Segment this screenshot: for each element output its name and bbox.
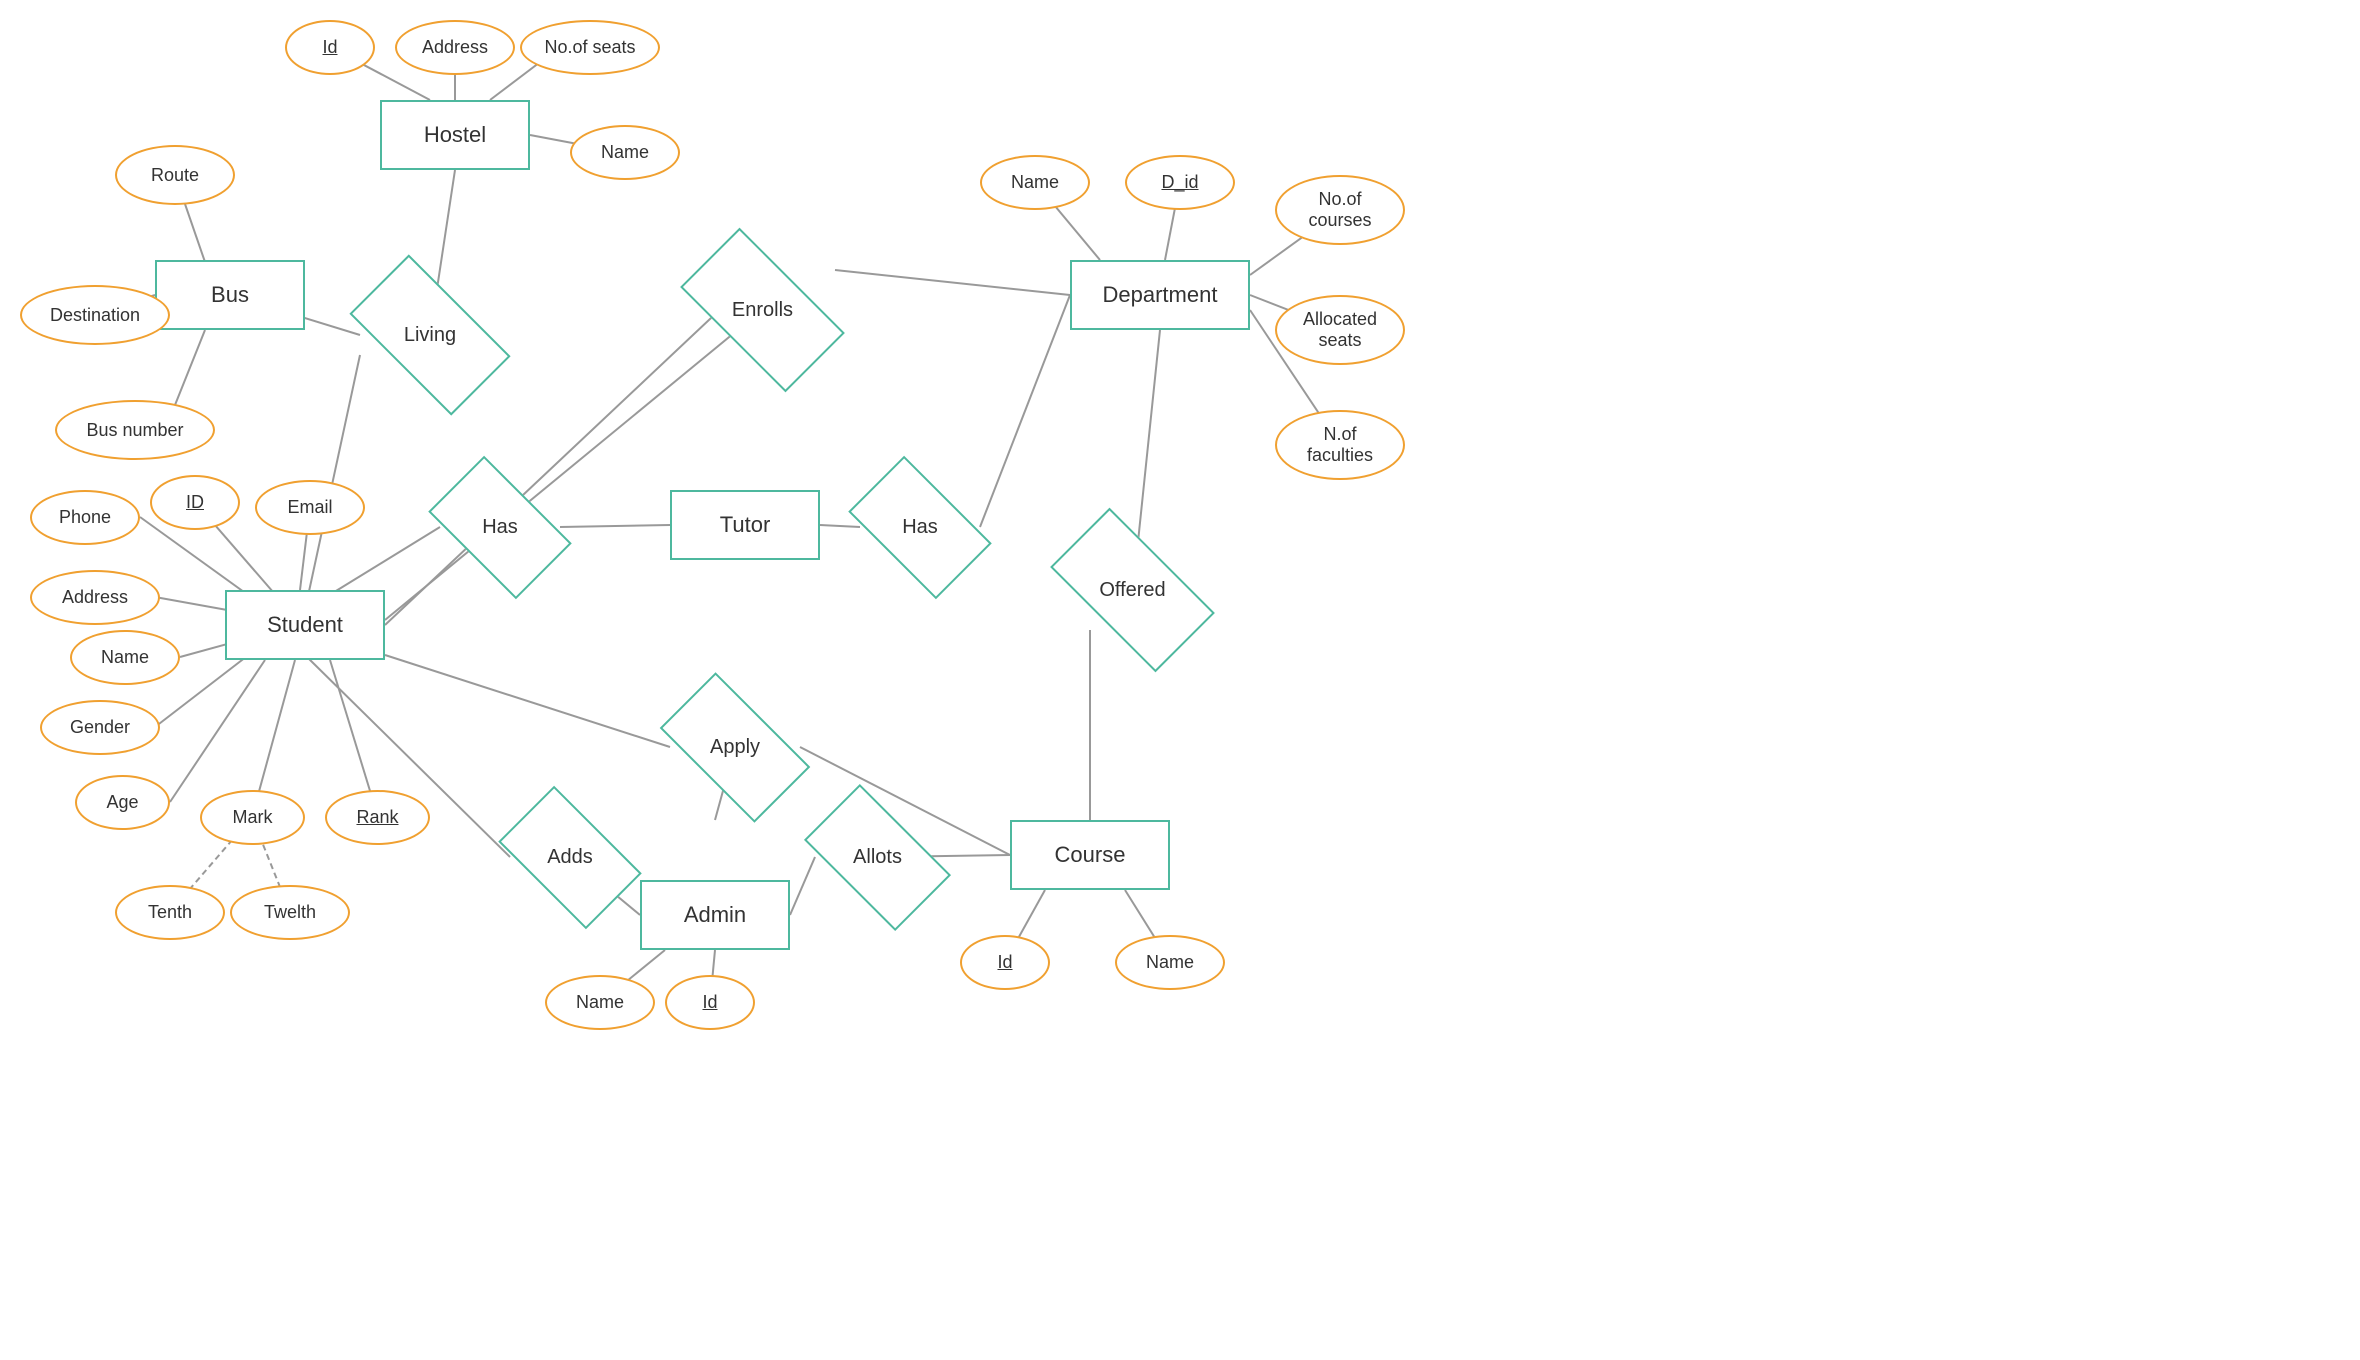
relationship-adds: Adds	[510, 820, 630, 895]
attribute-bus_num: Bus number	[55, 400, 215, 460]
attribute-stu_tenth: Tenth	[115, 885, 225, 940]
attribute-dept_seats: Allocated seats	[1275, 295, 1405, 365]
er-diagram: Bus Hostel Student Tutor Department Admin Cour…	[0, 0, 2360, 1360]
relationship-offered: Offered	[1060, 550, 1205, 630]
attribute-stu_mark: Mark	[200, 790, 305, 845]
attribute-dept_faculty: N.of faculties	[1275, 410, 1405, 480]
attribute-dept_did: D_id	[1125, 155, 1235, 210]
attribute-hostel_addr: Address	[395, 20, 515, 75]
attribute-stu_age: Age	[75, 775, 170, 830]
attribute-admin_name: Name	[545, 975, 655, 1030]
relationship-apply: Apply	[670, 710, 800, 785]
attribute-bus_dest: Destination	[20, 285, 170, 345]
attribute-stu_email: Email	[255, 480, 365, 535]
attribute-hostel_id: Id	[285, 20, 375, 75]
entity-hostel: Hostel	[380, 100, 530, 170]
attribute-hostel_name: Name	[570, 125, 680, 180]
attribute-stu_addr: Address	[30, 570, 160, 625]
attribute-course_name: Name	[1115, 935, 1225, 990]
attribute-bus_route: Route	[115, 145, 235, 205]
entity-student: Student	[225, 590, 385, 660]
attribute-stu_name: Name	[70, 630, 180, 685]
attribute-stu_rank: Rank	[325, 790, 430, 845]
relationship-enrolls: Enrolls	[690, 270, 835, 350]
attribute-stu_id: ID	[150, 475, 240, 530]
entity-department: Department	[1070, 260, 1250, 330]
relationship-has2: Has	[860, 490, 980, 565]
entity-admin: Admin	[640, 880, 790, 950]
attribute-hostel_seats: No.of seats	[520, 20, 660, 75]
attribute-stu_phone: Phone	[30, 490, 140, 545]
attribute-stu_twelfth: Twelth	[230, 885, 350, 940]
entity-course: Course	[1010, 820, 1170, 890]
relationship-allots: Allots	[815, 820, 940, 895]
entity-bus: Bus	[155, 260, 305, 330]
attribute-admin_id: Id	[665, 975, 755, 1030]
entity-tutor: Tutor	[670, 490, 820, 560]
attribute-dept_name: Name	[980, 155, 1090, 210]
attribute-course_id: Id	[960, 935, 1050, 990]
attribute-dept_courses: No.of courses	[1275, 175, 1405, 245]
attribute-stu_gender: Gender	[40, 700, 160, 755]
relationship-has1: Has	[440, 490, 560, 565]
relationship-living: Living	[360, 295, 500, 375]
